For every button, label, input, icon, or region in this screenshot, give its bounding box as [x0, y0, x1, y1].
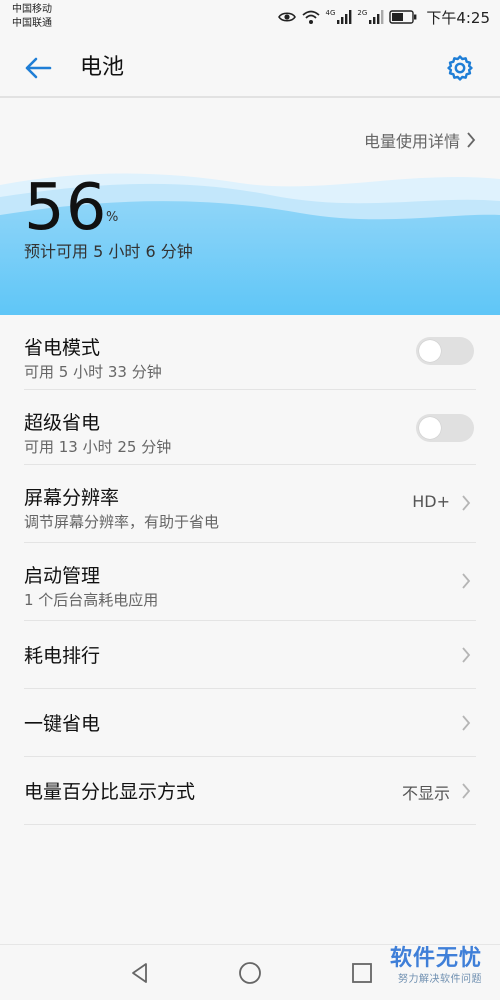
- percent-unit: %: [106, 210, 119, 225]
- percentage-display-value: 不显示: [401, 784, 450, 803]
- toggle-knob: [419, 340, 441, 362]
- watermark-title: 软件无忧: [389, 946, 482, 971]
- one-tap-saving-row[interactable]: 一键省电: [24, 689, 476, 757]
- clock: 下午4:25: [426, 8, 490, 27]
- row-title: 启动管理: [24, 565, 101, 587]
- row-title: 屏幕分辨率: [24, 487, 120, 509]
- chevron-right-icon: [462, 573, 471, 589]
- battery-icon: [389, 10, 417, 24]
- chevron-right-icon: [462, 647, 471, 663]
- carrier-1-label: 中国移动: [12, 4, 52, 15]
- chevron-right-icon: [462, 715, 471, 731]
- usage-details-label: 电量使用详情: [363, 132, 460, 151]
- launch-manager-row[interactable]: 启动管理 1 个后台高耗电应用: [24, 543, 476, 621]
- network-type-2: 2G: [357, 9, 368, 17]
- status-bar: 中国移动 中国联通 4G 2G 下午4:25: [0, 0, 500, 38]
- ultra-power-saving-row[interactable]: 超级省电 可用 13 小时 25 分钟: [24, 390, 476, 465]
- battery-time-remaining: 预计可用 5 小时 6 分钟: [24, 242, 193, 261]
- wifi-icon: [301, 10, 320, 24]
- power-consumption-ranking-row[interactable]: 耗电排行: [24, 621, 476, 689]
- back-button[interactable]: [18, 50, 58, 86]
- usage-details-link[interactable]: 电量使用详情: [364, 128, 476, 152]
- resolution-value: HD+: [412, 492, 450, 511]
- row-subtitle: 可用 13 小时 25 分钟: [24, 438, 172, 456]
- signal-strength-icon: [369, 10, 384, 24]
- row-title: 耗电排行: [24, 645, 101, 667]
- chevron-right-icon: [467, 132, 476, 148]
- chevron-right-icon: [462, 783, 471, 799]
- toggle-knob: [419, 417, 441, 439]
- screen-resolution-row[interactable]: 屏幕分辨率 调节屏幕分辨率，有助于省电 HD+: [24, 465, 476, 543]
- app-header: 电池: [0, 38, 500, 98]
- arrow-left-icon: [25, 57, 52, 79]
- page-title: 电池: [80, 55, 125, 80]
- percentage-display-row[interactable]: 电量百分比显示方式 不显示: [24, 757, 476, 825]
- eye-icon: [277, 12, 296, 22]
- status-icons: 4G 2G 下午4:25: [277, 6, 490, 28]
- signal-strength-icon: [337, 10, 352, 24]
- network-type-1: 4G: [325, 9, 336, 17]
- watermark-subtitle: 努力解决软件问题: [398, 974, 482, 985]
- ultra-power-saving-toggle[interactable]: [416, 414, 474, 442]
- row-title: 省电模式: [24, 337, 101, 359]
- power-saving-mode-row[interactable]: 省电模式 可用 5 小时 33 分钟: [24, 315, 476, 390]
- settings-button[interactable]: [440, 50, 480, 86]
- row-title: 超级省电: [24, 412, 101, 434]
- nav-back-icon[interactable]: [126, 959, 154, 987]
- row-title: 电量百分比显示方式: [24, 781, 196, 803]
- site-watermark: 软件无忧 努力解决软件问题: [372, 938, 490, 992]
- row-subtitle: 1 个后台高耗电应用: [24, 591, 159, 609]
- battery-percentage: 56: [24, 171, 108, 245]
- gear-icon: [447, 55, 473, 81]
- row-subtitle: 可用 5 小时 33 分钟: [24, 363, 162, 381]
- nav-home-icon[interactable]: [236, 959, 264, 987]
- power-saving-toggle[interactable]: [416, 337, 474, 365]
- row-title: 一键省电: [24, 713, 101, 735]
- row-subtitle: 调节屏幕分辨率，有助于省电: [24, 513, 220, 531]
- settings-list: 省电模式 可用 5 小时 33 分钟 超级省电 可用 13 小时 25 分钟 屏…: [0, 315, 500, 825]
- carrier-2-label: 中国联通: [12, 18, 52, 29]
- chevron-right-icon: [462, 495, 471, 511]
